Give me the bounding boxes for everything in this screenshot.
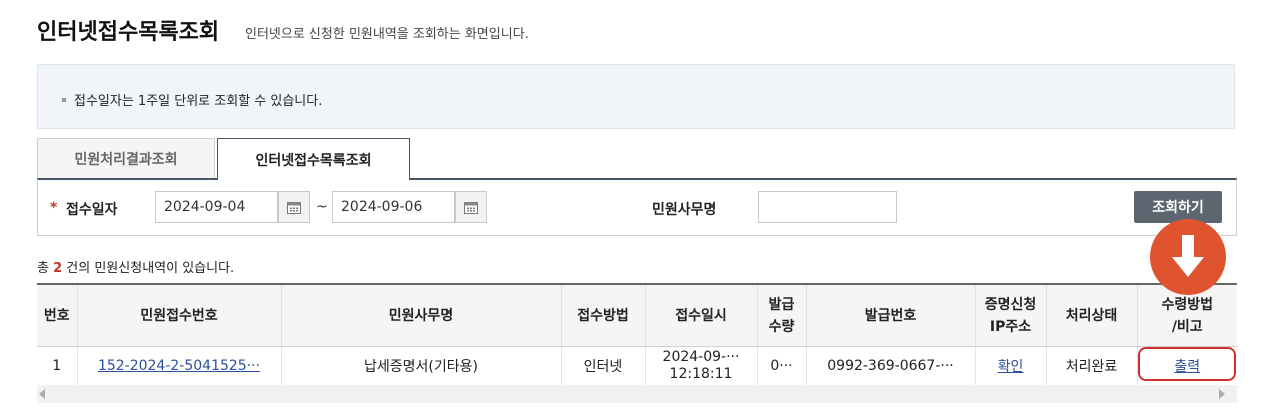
col-header-office-name: 민원사무명 — [280, 283, 561, 347]
date-label: 접수일자 — [66, 202, 118, 218]
cell-office-name: 납세증명서(기타용) — [280, 346, 561, 386]
col-header-issue-no: 발급번호 — [805, 283, 975, 347]
col-header-status: 처리상태 — [1045, 283, 1137, 347]
count-suffix: 건의 민원신청내역이 있습니다. — [66, 261, 235, 276]
page-subtitle: 인터넷으로 신청한 민원내역을 조회하는 화면입니다. — [245, 27, 529, 42]
scroll-right-icon[interactable] — [1219, 389, 1225, 399]
ip-confirm-link[interactable]: 확인 — [998, 359, 1024, 375]
col-header-method: 접수방법 — [560, 283, 645, 347]
result-count-text: 총 2 건의 민원신청내역이 있습니다. — [37, 257, 234, 276]
notice-text: 접수일자는 1주일 단위로 조회할 수 있습니다. — [62, 90, 322, 109]
table-header-row: 번호 민원접수번호 민원사무명 접수방법 접수일시 발급 수량 발급번호 증명신… — [37, 283, 1237, 347]
bullet-icon — [62, 97, 66, 102]
cell-ip: 확인 — [974, 346, 1046, 386]
page-title: 인터넷접수목록조회 — [37, 20, 220, 45]
cell-issue-no: 0992-369-0667-··· — [805, 346, 975, 386]
down-arrow-icon — [1150, 219, 1226, 295]
horizontal-scrollbar[interactable] — [37, 385, 1237, 403]
search-form: * 접수일자 ~ 민원사무명 조회하기 — [37, 178, 1237, 236]
col-header-qty: 발급 수량 — [756, 283, 806, 347]
office-name-label: 민원사무명 — [652, 202, 717, 218]
calendar-to-button[interactable] — [455, 191, 487, 223]
col-header-no: 번호 — [37, 283, 77, 347]
table-row: 1 152-2024-2-5041525··· 납세증명서(기타용) 인터넷 2… — [37, 346, 1237, 386]
tab-civil-result[interactable]: 민원처리결과조회 — [37, 138, 215, 178]
cell-date: 2024-09-··· 12:18:11 — [644, 346, 757, 386]
print-link[interactable]: 출력 — [1174, 359, 1200, 375]
cell-receipt-no: 152-2024-2-5041525··· — [76, 346, 281, 386]
cell-receive: 출력 — [1136, 346, 1237, 386]
calendar-icon — [464, 201, 478, 214]
result-table: 번호 민원접수번호 민원사무명 접수방법 접수일시 발급 수량 발급번호 증명신… — [37, 283, 1237, 386]
date-line2: 12:18:11 — [669, 366, 733, 382]
cell-status: 처리완료 — [1045, 346, 1137, 386]
office-name-input[interactable] — [758, 191, 897, 223]
date-line1: 2024-09-··· — [662, 349, 740, 365]
col-header-date: 접수일시 — [644, 283, 757, 347]
col-header-ip: 증명신청 IP주소 — [974, 283, 1046, 347]
date-from-input[interactable] — [155, 191, 278, 223]
calendar-icon — [287, 201, 301, 214]
calendar-from-button[interactable] — [278, 191, 310, 223]
notice-message: 접수일자는 1주일 단위로 조회할 수 있습니다. — [74, 94, 323, 109]
receipt-no-link[interactable]: 152-2024-2-5041525··· — [98, 358, 260, 374]
col-header-receipt-no: 민원접수번호 — [76, 283, 281, 347]
required-mark: * — [50, 200, 58, 216]
cell-method: 인터넷 — [560, 346, 645, 386]
notice-box: 접수일자는 1주일 단위로 조회할 수 있습니다. — [37, 64, 1235, 129]
date-separator: ~ — [316, 199, 328, 215]
tab-internet-receipt-list[interactable]: 인터넷접수목록조회 — [217, 138, 410, 180]
count-prefix: 총 — [37, 261, 49, 276]
cell-qty: 0··· — [756, 346, 806, 386]
cell-no: 1 — [37, 346, 77, 386]
date-to-input[interactable] — [332, 191, 455, 223]
scroll-left-icon[interactable] — [39, 389, 45, 399]
count-number: 2 — [53, 261, 63, 276]
